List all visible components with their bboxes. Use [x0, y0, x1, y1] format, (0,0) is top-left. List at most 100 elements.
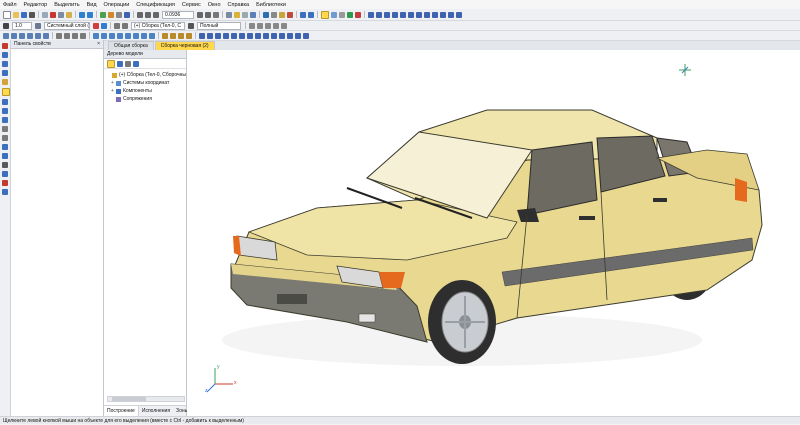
assembly-tool-6-icon[interactable] [43, 32, 49, 39]
assembly-tool-5-icon[interactable] [35, 32, 41, 39]
compact-tool-13-icon[interactable] [2, 153, 8, 159]
undo-icon[interactable] [79, 11, 85, 18]
tool-j-icon[interactable] [440, 11, 446, 18]
menu-operations[interactable]: Операции [104, 2, 130, 8]
zoom-window-icon[interactable] [153, 11, 159, 18]
tool-h-icon[interactable] [424, 11, 430, 18]
line-style-icon[interactable] [3, 22, 9, 29]
tool-g-icon[interactable] [416, 11, 422, 18]
feature-8-icon[interactable] [149, 32, 155, 39]
filter-a-icon[interactable] [249, 22, 255, 29]
compact-tool-5-icon[interactable] [2, 79, 8, 85]
compact-tool-7-icon[interactable] [2, 99, 8, 105]
view-orientation-icon[interactable] [226, 11, 232, 18]
filter-icon[interactable] [263, 11, 269, 18]
tab-general-assembly[interactable]: Общая сборка [108, 41, 154, 50]
display-mode-select[interactable]: Полный [197, 21, 241, 30]
filter-c-icon[interactable] [265, 22, 271, 29]
tree-node-components[interactable]: + Компоненты [107, 87, 186, 95]
preview-icon[interactable] [42, 11, 48, 18]
compact-tool-15-icon[interactable] [2, 171, 8, 177]
compact-tool-2-icon[interactable] [2, 52, 8, 58]
view-4-icon[interactable] [223, 32, 229, 39]
compact-tool-11-icon[interactable] [2, 135, 8, 141]
compact-tool-12-icon[interactable] [2, 144, 8, 150]
manager-icon[interactable] [108, 11, 114, 18]
compact-tool-17-icon[interactable] [2, 189, 8, 195]
show-all-icon[interactable] [213, 11, 219, 18]
menu-file[interactable]: Файл [3, 2, 17, 8]
fx-variables-icon[interactable] [100, 11, 106, 18]
feature-1-icon[interactable] [93, 32, 99, 39]
sketch-tool-1-icon[interactable] [56, 32, 62, 39]
print-icon[interactable] [29, 11, 35, 18]
view-11-icon[interactable] [279, 32, 285, 39]
close-icon[interactable]: × [97, 40, 100, 48]
menu-editor[interactable]: Редактор [24, 2, 48, 8]
tree-sort-icon[interactable] [133, 60, 139, 67]
surface-2-icon[interactable] [170, 32, 176, 39]
tool-d-icon[interactable] [392, 11, 398, 18]
surface-3-icon[interactable] [178, 32, 184, 39]
filter-e-icon[interactable] [281, 22, 287, 29]
line-width-field[interactable]: 1.0 [12, 21, 32, 30]
feature-2-icon[interactable] [101, 32, 107, 39]
sketch-tool-3-icon[interactable] [72, 32, 78, 39]
feature-3-icon[interactable] [109, 32, 115, 39]
menu-window[interactable]: Окно [208, 2, 221, 8]
car-3d-model[interactable] [187, 50, 800, 416]
pan-icon[interactable] [205, 11, 211, 18]
paste-icon[interactable] [66, 11, 72, 18]
compact-tool-10-icon[interactable] [2, 126, 8, 132]
save-icon[interactable] [21, 11, 27, 18]
assembly-tool-1-icon[interactable] [3, 32, 9, 39]
snap-icon[interactable] [279, 11, 285, 18]
compact-tool-8-icon[interactable] [2, 108, 8, 114]
view-13-icon[interactable] [295, 32, 301, 39]
tool-l-icon[interactable] [456, 11, 462, 18]
zoom-in-icon[interactable] [137, 11, 143, 18]
view-14-icon[interactable] [303, 32, 309, 39]
tool-i-icon[interactable] [432, 11, 438, 18]
tree-filter-icon[interactable] [107, 59, 115, 68]
tool-b-icon[interactable] [376, 11, 382, 18]
chart-icon[interactable] [355, 11, 361, 18]
tool-a-icon[interactable] [368, 11, 374, 18]
feature-7-icon[interactable] [141, 32, 147, 39]
compact-tool-14-icon[interactable] [2, 162, 8, 168]
view-9-icon[interactable] [263, 32, 269, 39]
tree-view-icon[interactable] [117, 60, 123, 67]
properties-icon[interactable] [116, 11, 122, 18]
tool-c-icon[interactable] [384, 11, 390, 18]
assembly-tool-4-icon[interactable] [27, 32, 33, 39]
copy-icon[interactable] [58, 11, 64, 18]
zoom-scale-field[interactable]: 0.0936 [162, 10, 194, 19]
tool-e-icon[interactable] [400, 11, 406, 18]
tab-versions[interactable]: Исполнения [139, 406, 173, 416]
tab-draft-assembly[interactable]: Сборка черновая (2) [154, 41, 215, 50]
compact-tool-1-icon[interactable] [2, 43, 8, 49]
filter-b-icon[interactable] [257, 22, 263, 29]
compact-tool-16-icon[interactable] [2, 180, 8, 186]
tree-node-coordinate-systems[interactable]: + Системы координат [107, 79, 186, 87]
view-12-icon[interactable] [287, 32, 293, 39]
menu-libraries[interactable]: Библиотеки [256, 2, 286, 8]
scrollbar-thumb[interactable] [112, 397, 146, 401]
compact-tool-4-icon[interactable] [2, 70, 8, 76]
new-document-icon[interactable] [3, 10, 11, 19]
tool-k-icon[interactable] [448, 11, 454, 18]
assembly-tool-2-icon[interactable] [11, 32, 17, 39]
cut-icon[interactable] [50, 11, 56, 18]
attribute-icon[interactable] [114, 22, 120, 29]
redo-icon[interactable] [87, 11, 93, 18]
catalog-icon[interactable] [308, 11, 314, 18]
report-icon[interactable] [347, 11, 353, 18]
sketch-tool-2-icon[interactable] [64, 32, 70, 39]
menu-specification[interactable]: Спецификация [136, 2, 175, 8]
menu-help[interactable]: Справка [228, 2, 250, 8]
perspective-icon[interactable] [250, 11, 256, 18]
menu-select[interactable]: Выделить [54, 2, 79, 8]
render-mode-icon[interactable] [188, 22, 194, 29]
surface-4-icon[interactable] [186, 32, 192, 39]
open-folder-icon[interactable] [13, 11, 19, 18]
